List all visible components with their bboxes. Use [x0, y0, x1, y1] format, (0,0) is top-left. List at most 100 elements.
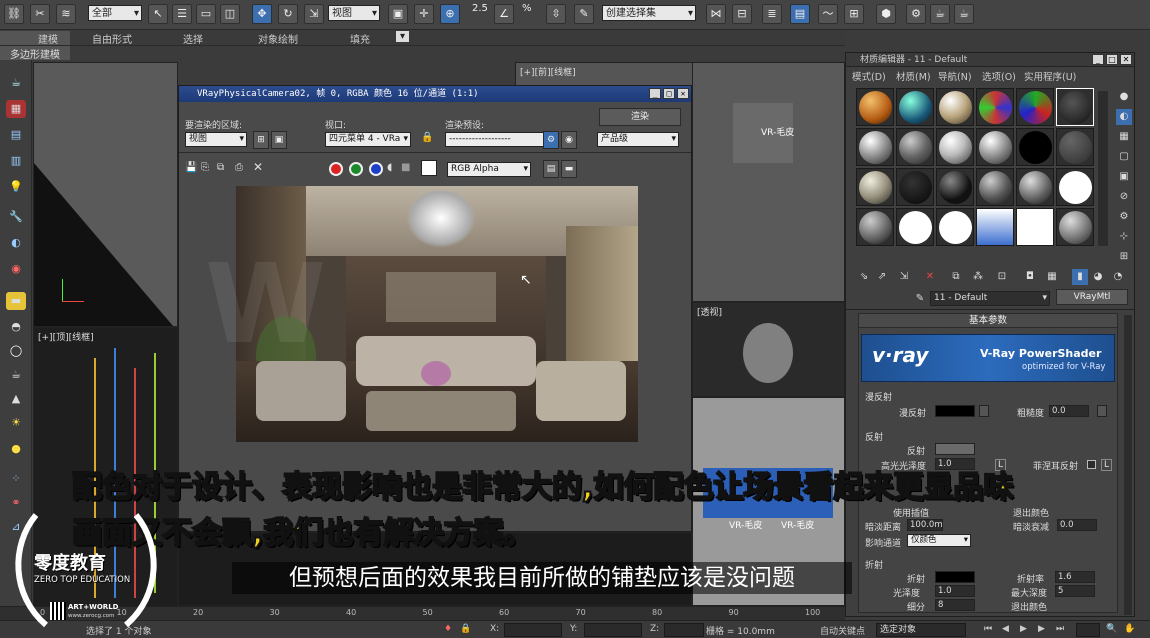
make-copy-icon[interactable]: ⧉: [948, 269, 964, 285]
menu-options[interactable]: 选项(O): [982, 69, 1016, 83]
material-effects-icon[interactable]: ◘: [1022, 269, 1038, 285]
viewport-label[interactable]: [+][前][线框]: [520, 65, 576, 78]
material-slot[interactable]: [896, 208, 934, 246]
graphite-tools-icon[interactable]: ▤: [790, 4, 810, 24]
next-frame-icon[interactable]: ▶: [1038, 624, 1045, 634]
show-end-result-icon[interactable]: ▮: [1072, 269, 1088, 285]
spinner-snap-icon[interactable]: ⇳: [546, 4, 566, 24]
go-to-parent-icon[interactable]: ◕: [1090, 269, 1106, 285]
material-slot[interactable]: [936, 128, 974, 166]
gloss-spinner[interactable]: 1.0: [935, 585, 975, 597]
viewport-dropdown[interactable]: 四元菜单 4 - VRa: [325, 132, 411, 147]
select-object-icon[interactable]: ↖: [148, 4, 168, 24]
channel-dropdown[interactable]: RGB Alpha: [447, 162, 531, 177]
show-map-icon[interactable]: ▦: [1044, 269, 1060, 285]
close-button[interactable]: ✕: [1120, 54, 1132, 65]
tab-freeform[interactable]: 自由形式: [92, 31, 132, 46]
material-slot[interactable]: [936, 168, 974, 206]
select-by-name-icon[interactable]: ☰: [172, 4, 192, 24]
params-scrollbar[interactable]: [1124, 315, 1132, 615]
wrench-icon[interactable]: 🔧: [6, 208, 26, 226]
material-editor-icon[interactable]: ⬢: [876, 4, 896, 24]
teapot-white-icon[interactable]: ☕: [6, 366, 26, 384]
lock-icon[interactable]: 🔒: [421, 132, 433, 143]
mono-toggle-icon[interactable]: ■: [401, 162, 410, 173]
render-setup-icon[interactable]: ⚙: [906, 4, 926, 24]
material-slot[interactable]: [936, 88, 974, 126]
light-icon[interactable]: ●: [6, 440, 26, 458]
bind-spacewarp-icon[interactable]: ≋: [56, 4, 76, 24]
rect-selection-icon[interactable]: ▭: [196, 4, 216, 24]
go-forward-sibling-icon[interactable]: ◔: [1110, 269, 1126, 285]
options-icon[interactable]: ⚙: [1116, 209, 1132, 225]
material-slot[interactable]: [856, 208, 894, 246]
tab-selection[interactable]: 选择: [183, 31, 203, 46]
tab-populate[interactable]: 填充: [350, 31, 370, 46]
swatch[interactable]: [421, 160, 437, 176]
link-icon[interactable]: ⛓: [4, 4, 24, 24]
render-button[interactable]: 渲染: [599, 108, 681, 126]
copy-image-icon[interactable]: ⎘: [201, 162, 209, 173]
material-slot[interactable]: [976, 128, 1014, 166]
clone-window-icon[interactable]: ⧉: [217, 162, 224, 173]
isolate-icon[interactable]: ♦: [444, 624, 452, 634]
goto-end-icon[interactable]: ⏭: [1056, 624, 1064, 634]
make-preview-icon[interactable]: ⊘: [1116, 189, 1132, 205]
render-setup-icon[interactable]: ⚙: [543, 131, 559, 149]
save-image-icon[interactable]: 💾: [185, 162, 197, 173]
sub-tab-polygon-modeling[interactable]: 多边形建模: [0, 46, 70, 61]
minimize-button[interactable]: _: [1092, 54, 1104, 65]
reset-map-icon[interactable]: ✕: [922, 269, 938, 285]
mirror-icon[interactable]: ⋈: [706, 4, 726, 24]
plane-icon[interactable]: ▬: [6, 292, 26, 310]
menu-material[interactable]: 材质(M): [896, 69, 931, 83]
viewport-top-left[interactable]: [33, 62, 178, 327]
viewport-label[interactable]: [+][顶][线框]: [38, 330, 94, 343]
minimize-button[interactable]: _: [649, 88, 661, 99]
red-channel-toggle[interactable]: [329, 162, 343, 176]
viewport-label[interactable]: [透视]: [697, 305, 722, 318]
material-slot[interactable]: [856, 88, 894, 126]
named-selection-dropdown[interactable]: 创建选择集: [602, 5, 696, 21]
rendered-frame-icon[interactable]: ☕: [930, 4, 950, 24]
select-manipulate-icon[interactable]: ✛: [414, 4, 434, 24]
dim-falloff-spinner[interactable]: 0.0: [1057, 519, 1097, 531]
unlink-icon[interactable]: ✂: [30, 4, 50, 24]
calculator-icon[interactable]: ▤: [6, 126, 26, 144]
reference-coord-dropdown[interactable]: 视图: [328, 5, 380, 21]
reflect-color-swatch[interactable]: [935, 443, 975, 455]
play-icon[interactable]: ▶: [1020, 624, 1027, 634]
clear-icon[interactable]: ✕: [253, 160, 263, 174]
menu-mode[interactable]: 模式(D): [852, 69, 886, 83]
layer-manager-icon[interactable]: ≣: [762, 4, 782, 24]
blue-channel-toggle[interactable]: [369, 162, 383, 176]
material-name-field[interactable]: 11 - Default: [930, 291, 1050, 306]
alpha-toggle-icon[interactable]: ◖: [387, 162, 392, 173]
material-icon[interactable]: ▦: [6, 100, 26, 118]
display-toggle-icon[interactable]: ▤: [543, 160, 559, 178]
selection-filter-dropdown[interactable]: 全部: [88, 5, 142, 21]
render-production-icon[interactable]: ☕: [954, 4, 974, 24]
maximize-button[interactable]: □: [1106, 54, 1118, 65]
preset-dropdown[interactable]: -------------------: [445, 132, 557, 147]
auto-key-label[interactable]: 自动关键点: [820, 624, 865, 637]
material-slot[interactable]: [976, 168, 1014, 206]
area-dropdown[interactable]: 视图: [185, 132, 247, 147]
align-icon[interactable]: ⊟: [732, 4, 752, 24]
window-crossing-icon[interactable]: ◫: [220, 4, 240, 24]
refract-color-swatch[interactable]: [935, 571, 975, 583]
put-to-library-icon[interactable]: ⊡: [994, 269, 1010, 285]
material-type-button[interactable]: VRayMtl: [1056, 289, 1128, 305]
affect-channels-dropdown[interactable]: 仅颜色: [907, 534, 971, 547]
green-channel-toggle[interactable]: [349, 162, 363, 176]
material-slot[interactable]: [976, 88, 1014, 126]
assign-to-selection-icon[interactable]: ⇲: [896, 269, 912, 285]
uv-tiling-icon[interactable]: ▢: [1116, 149, 1132, 165]
material-slot[interactable]: [1016, 208, 1054, 246]
video-check-icon[interactable]: ▣: [1116, 169, 1132, 185]
frame-toggle-icon[interactable]: ▬: [561, 160, 577, 178]
y-coordinate-field[interactable]: [584, 623, 642, 637]
maximize-button[interactable]: □: [663, 88, 675, 99]
viewport-middle-right[interactable]: [透视]: [692, 302, 845, 397]
goto-start-icon[interactable]: ⏮: [984, 624, 992, 634]
